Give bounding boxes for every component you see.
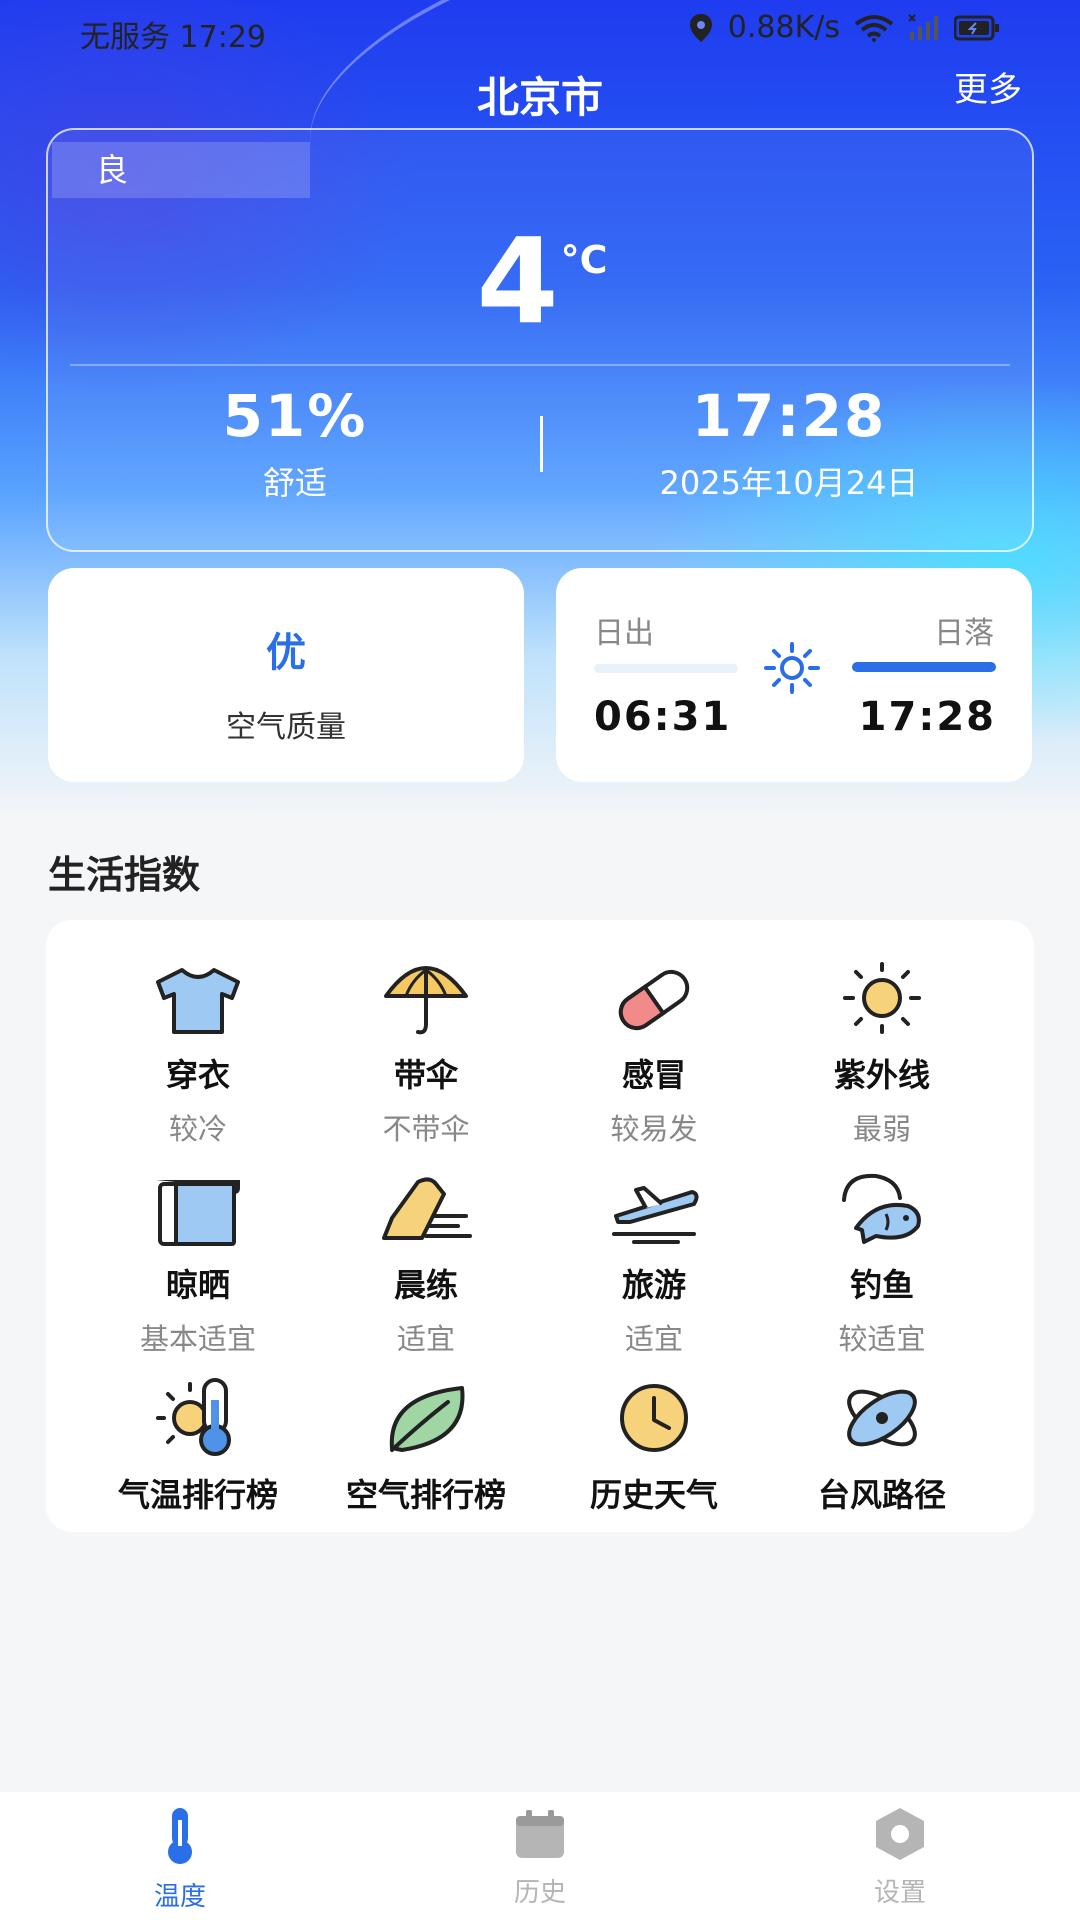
tool-history-weather[interactable]: 历史天气	[540, 1372, 768, 1516]
life-item-uv[interactable]: 紫外线 最弱	[768, 952, 996, 1148]
humidity-value: 51%	[222, 382, 368, 450]
pill-icon	[540, 952, 768, 1036]
life-index-card: 穿衣 较冷 带伞 不带伞 感冒 较易发 紫外线 最弱 晾晒 基本适宜 晨练 适宜…	[46, 920, 1034, 1532]
life-item-drying[interactable]: 晾晒 基本适宜	[84, 1162, 312, 1358]
life-item-travel[interactable]: 旅游 适宜	[540, 1162, 768, 1358]
life-item-value: 适宜	[624, 1322, 683, 1356]
humidity-block: 51% 舒适	[48, 382, 542, 504]
sunset-label: 日落	[934, 616, 994, 651]
tool-name: 空气排行榜	[345, 1476, 506, 1514]
life-item-value: 不带伞	[382, 1112, 470, 1146]
temperature-unit: °C	[560, 238, 608, 282]
nav-tab-temperature[interactable]: 温度	[80, 1806, 280, 1913]
life-item-cold[interactable]: 感冒 较易发	[540, 952, 768, 1148]
life-item-name: 紫外线	[833, 1056, 930, 1094]
sun-icon	[760, 642, 824, 698]
life-item-value: 较适宜	[838, 1322, 926, 1356]
life-item-name: 感冒	[621, 1056, 686, 1094]
fishing-icon	[768, 1162, 996, 1246]
life-item-value: 较冷	[168, 1112, 227, 1146]
bottom-nav: 温度 历史 设置	[0, 1792, 1080, 1920]
sun-thermometer-icon	[84, 1372, 312, 1456]
hexagon-settings-icon	[800, 1806, 1000, 1866]
tool-air-ranking[interactable]: 空气排行榜	[312, 1372, 540, 1516]
sunset-track	[852, 662, 996, 672]
status-bar: 无服务 17:29 0.88K/s	[0, 0, 1080, 60]
tool-temperature-ranking[interactable]: 气温排行榜	[84, 1372, 312, 1516]
comfort-label: 舒适	[262, 464, 327, 502]
city-title: 北京市	[476, 73, 603, 122]
clock-icon	[540, 1372, 768, 1456]
nav-tab-history[interactable]: 历史	[440, 1806, 640, 1909]
time-block: 17:28 2025年10月24日	[542, 382, 1036, 504]
clock-text: 17:29	[179, 20, 267, 55]
air-quality-card[interactable]: 优 空气质量	[48, 568, 524, 782]
nav-label: 温度	[153, 1882, 206, 1912]
towel-icon	[84, 1162, 312, 1246]
card-divider	[70, 364, 1010, 366]
carrier-text: 无服务	[80, 20, 170, 55]
temperature-value: 4	[476, 212, 559, 350]
wifi-icon	[854, 14, 894, 42]
life-item-name: 带伞	[393, 1056, 458, 1094]
leaf-icon	[312, 1372, 540, 1456]
life-item-exercise[interactable]: 晨练 适宜	[312, 1162, 540, 1358]
life-item-umbrella[interactable]: 带伞 不带伞	[312, 952, 540, 1148]
nav-label: 设置	[873, 1878, 926, 1908]
sunrise-sunset-card: 日出 日落 06:31 17:28	[556, 568, 1032, 782]
life-item-value: 最弱	[852, 1112, 911, 1146]
life-item-value: 适宜	[396, 1322, 455, 1356]
life-item-value: 基本适宜	[139, 1322, 256, 1356]
battery-icon	[954, 15, 1000, 41]
life-item-value: 较易发	[610, 1112, 698, 1146]
date-label: 2025年10月24日	[659, 464, 919, 502]
life-item-name: 晾晒	[165, 1266, 230, 1304]
current-weather-card: 良 4°C 51% 舒适 17:28 2025年10月24日	[46, 128, 1034, 552]
tshirt-icon	[84, 952, 312, 1036]
sunset-time: 17:28	[858, 694, 996, 740]
status-right: 0.88K/s	[688, 10, 1000, 45]
life-item-name: 晨练	[393, 1266, 458, 1304]
nav-tab-settings[interactable]: 设置	[800, 1806, 1000, 1909]
status-left: 无服务 17:29	[80, 12, 266, 56]
sunrise-label: 日出	[594, 616, 654, 651]
tool-name: 气温排行榜	[117, 1476, 278, 1514]
air-quality-label: 空气质量	[226, 710, 346, 745]
net-speed-text: 0.88K/s	[727, 10, 840, 45]
life-item-clothing[interactable]: 穿衣 较冷	[84, 952, 312, 1148]
air-quality-tag: 良	[52, 142, 310, 198]
life-item-name: 穿衣	[165, 1056, 230, 1094]
life-item-name: 旅游	[621, 1266, 686, 1304]
air-quality-value: 优	[266, 630, 306, 676]
sun-icon	[768, 952, 996, 1036]
nav-label: 历史	[513, 1878, 566, 1908]
umbrella-icon	[312, 952, 540, 1036]
typhoon-icon	[768, 1372, 996, 1456]
sunrise-time: 06:31	[594, 694, 732, 740]
thermometer-icon	[80, 1806, 280, 1870]
temperature-display: 4°C	[48, 212, 1036, 350]
tool-typhoon-path[interactable]: 台风路径	[768, 1372, 996, 1516]
calendar-icon	[440, 1806, 640, 1866]
life-item-name: 钓鱼	[849, 1266, 914, 1304]
more-button[interactable]: 更多	[954, 62, 1022, 111]
update-time: 17:28	[691, 382, 887, 450]
tool-name: 台风路径	[817, 1476, 946, 1514]
tool-name: 历史天气	[589, 1476, 718, 1514]
life-index-title: 生活指数	[48, 853, 201, 897]
airplane-icon	[540, 1162, 768, 1246]
sunrise-track	[594, 664, 738, 673]
location-icon	[688, 13, 714, 43]
life-item-fishing[interactable]: 钓鱼 较适宜	[768, 1162, 996, 1358]
signal-icon	[908, 13, 940, 42]
sneaker-icon	[312, 1162, 540, 1246]
